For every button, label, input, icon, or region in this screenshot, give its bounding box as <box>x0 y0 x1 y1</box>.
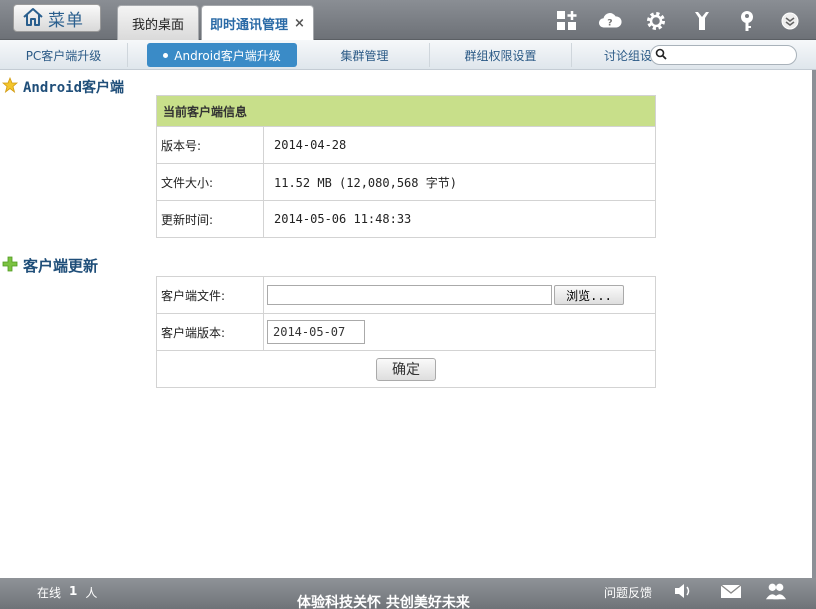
search-icon <box>655 48 667 63</box>
feedback-link[interactable]: 问题反馈 <box>604 584 652 601</box>
add-window-icon[interactable] <box>555 9 579 33</box>
tab-im-management[interactable]: 即时通讯管理 × <box>201 5 314 40</box>
tab-my-desktop[interactable]: 我的桌面 <box>117 5 199 40</box>
sub-navigation: PC客户端升级 Android客户端升级 集群管理 群组权限设置 讨论组设 <box>0 40 816 70</box>
chevron-down-icon[interactable] <box>778 9 802 33</box>
update-time-value: 2014-05-06 11:48:33 <box>263 200 656 238</box>
gear-icon[interactable] <box>644 9 668 33</box>
client-version-input[interactable] <box>267 320 365 344</box>
search-box[interactable] <box>650 45 797 65</box>
home-icon <box>22 7 44 30</box>
subnav-group-permissions[interactable]: 群组权限设置 <box>430 43 572 67</box>
client-file-cell: 浏览... <box>263 276 656 314</box>
client-info-table: 当前客户端信息 版本号: 2014-04-28 文件大小: 11.52 MB (… <box>156 95 656 238</box>
online-prefix: 在线 <box>37 586 62 600</box>
tab-my-desktop-label: 我的桌面 <box>131 17 184 33</box>
table-row: 更新时间: 2014-05-06 11:48:33 <box>156 200 656 238</box>
subnav-android-upgrade-label: Android客户端升级 <box>174 48 281 63</box>
subnav-cluster-management-label: 集群管理 <box>340 48 389 63</box>
subnav-discussion-group-label: 讨论组设 <box>604 48 652 63</box>
top-bar: 菜单 我的桌面 即时通讯管理 × ? <box>0 0 816 40</box>
confirm-button[interactable]: 确定 <box>376 357 436 381</box>
subnav-pc-upgrade[interactable]: PC客户端升级 <box>0 43 128 67</box>
active-dot-icon <box>163 52 169 58</box>
footer-slogan: 体验科技关怀 共创美好未来 <box>297 595 470 609</box>
speaker-icon[interactable] <box>673 581 695 601</box>
android-section-title: Android客户端 <box>23 80 125 96</box>
file-size-value: 11.52 MB (12,080,568 字节) <box>263 163 656 201</box>
key-icon[interactable] <box>735 9 759 33</box>
tab-close-icon[interactable]: × <box>294 16 305 31</box>
submit-cell: 确定 <box>156 350 656 388</box>
client-info-header: 当前客户端信息 <box>156 95 656 127</box>
file-size-label: 文件大小: <box>156 163 264 201</box>
online-suffix: 人 <box>85 586 98 600</box>
menu-label: 菜单 <box>48 10 84 31</box>
search-input[interactable] <box>670 47 790 63</box>
table-row: 版本号: 2014-04-28 <box>156 126 656 164</box>
tools-icon[interactable] <box>690 9 714 33</box>
android-section-heading: Android客户端 <box>1 76 125 97</box>
client-version-label: 客户端版本: <box>156 313 264 351</box>
subnav-pc-upgrade-label: PC客户端升级 <box>25 48 102 63</box>
scrollbar[interactable] <box>812 70 816 578</box>
tab-im-management-label: 即时通讯管理 <box>210 17 289 33</box>
menu-button[interactable]: 菜单 <box>13 4 101 32</box>
subnav-android-upgrade[interactable]: Android客户端升级 <box>147 43 297 67</box>
online-status: 在线 1 人 <box>37 584 97 601</box>
subnav-group-permissions-label: 群组权限设置 <box>464 48 537 63</box>
client-file-label: 客户端文件: <box>156 276 264 314</box>
client-version-cell <box>263 313 656 351</box>
update-section-heading: 客户端更新 <box>2 255 98 276</box>
svg-text:?: ? <box>607 18 612 29</box>
plus-icon <box>2 256 18 276</box>
table-row: 文件大小: 11.52 MB (12,080,568 字节) <box>156 163 656 201</box>
star-icon <box>1 76 19 97</box>
client-info-header-row: 当前客户端信息 <box>156 95 656 127</box>
update-section-title: 客户端更新 <box>23 257 99 275</box>
online-count: 1 <box>69 584 78 598</box>
help-cloud-icon[interactable]: ? <box>598 9 622 33</box>
mail-icon[interactable] <box>720 581 742 601</box>
update-time-label: 更新时间: <box>156 200 264 238</box>
table-row: 确定 <box>156 350 656 388</box>
table-row: 客户端版本: <box>156 313 656 351</box>
version-label: 版本号: <box>156 126 264 164</box>
subnav-discussion-group[interactable]: 讨论组设 <box>572 43 652 67</box>
table-row: 客户端文件: 浏览... <box>156 276 656 314</box>
browse-button[interactable]: 浏览... <box>554 285 624 305</box>
version-value: 2014-04-28 <box>263 126 656 164</box>
client-update-form: 客户端文件: 浏览... 客户端版本: 确定 <box>156 276 656 388</box>
users-icon[interactable] <box>765 581 787 601</box>
footer: 在线 1 人 体验科技关怀 共创美好未来 问题反馈 <box>0 578 816 609</box>
client-file-input[interactable] <box>267 285 552 305</box>
subnav-cluster-management[interactable]: 集群管理 <box>300 43 430 67</box>
